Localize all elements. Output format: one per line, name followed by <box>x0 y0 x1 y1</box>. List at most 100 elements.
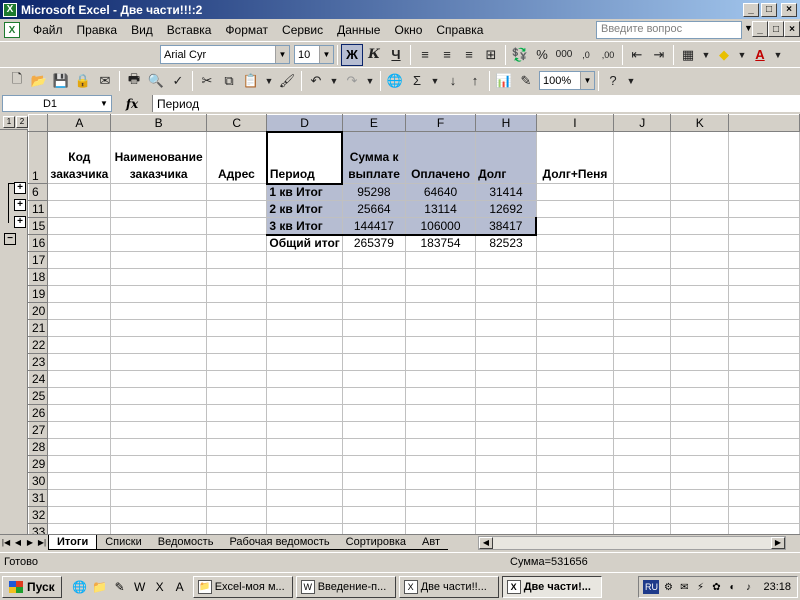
tab-itogi[interactable]: Итоги <box>48 535 98 550</box>
cell[interactable] <box>612 319 672 337</box>
cell[interactable] <box>110 438 207 456</box>
cell[interactable] <box>404 353 477 371</box>
cell-period[interactable]: 1 кв Итог <box>266 183 343 201</box>
open-folder-icon[interactable]: 📂 <box>28 70 50 92</box>
cell-sum[interactable]: 265379 <box>341 234 406 252</box>
cell[interactable] <box>612 200 672 218</box>
cell[interactable] <box>670 438 730 456</box>
align-center-icon[interactable]: ≡ <box>436 44 458 66</box>
row-header[interactable]: 31 <box>27 489 49 507</box>
spelling-icon[interactable]: ✓ <box>167 70 189 92</box>
cell[interactable] <box>475 489 537 507</box>
cell[interactable] <box>612 438 672 456</box>
cell[interactable] <box>612 370 672 388</box>
cell[interactable] <box>475 285 537 303</box>
cell[interactable] <box>535 438 614 456</box>
next-sheet-icon[interactable]: ▶ <box>24 538 36 547</box>
cell[interactable] <box>535 523 614 534</box>
row-header[interactable]: 25 <box>27 387 49 405</box>
cell-debt[interactable]: 82523 <box>475 234 537 252</box>
cell[interactable] <box>475 455 537 473</box>
cell[interactable] <box>341 336 406 354</box>
chevron-down-icon[interactable]: ▼ <box>262 70 276 92</box>
cell[interactable] <box>670 353 730 371</box>
cell[interactable] <box>404 506 477 524</box>
currency-icon[interactable]: 💱 <box>509 44 531 66</box>
doc-restore-button[interactable]: □ <box>768 21 784 37</box>
cell[interactable] <box>475 523 537 534</box>
column-header-j[interactable]: J <box>612 114 672 132</box>
cell[interactable] <box>404 285 477 303</box>
cell[interactable] <box>341 370 406 388</box>
row-header[interactable]: 17 <box>27 251 49 269</box>
cell[interactable] <box>266 285 343 303</box>
cell[interactable] <box>205 200 268 218</box>
cell[interactable] <box>535 234 614 252</box>
increase-indent-icon[interactable]: ⇥ <box>648 44 670 66</box>
row-header[interactable]: 23 <box>27 353 49 371</box>
close-button[interactable]: × <box>781 2 797 17</box>
cell[interactable] <box>612 183 672 201</box>
row-header[interactable]: 30 <box>27 472 49 490</box>
cell[interactable] <box>535 506 614 524</box>
first-sheet-icon[interactable]: |◀ <box>0 538 12 547</box>
network-icon[interactable]: ⚙ <box>661 580 675 594</box>
cell[interactable] <box>535 302 614 320</box>
merge-center-icon[interactable]: ⊞ <box>480 44 502 66</box>
cell[interactable] <box>612 506 672 524</box>
chevron-down-icon[interactable]: ▼ <box>735 44 749 66</box>
cell[interactable] <box>205 251 268 269</box>
last-sheet-icon[interactable]: ▶| <box>36 538 48 547</box>
column-header-h[interactable]: H <box>475 114 537 132</box>
prev-sheet-icon[interactable]: ◀ <box>12 538 24 547</box>
cell[interactable] <box>404 319 477 337</box>
cell[interactable] <box>670 523 730 534</box>
cell[interactable] <box>341 268 406 286</box>
menu-file[interactable]: Файл <box>26 23 70 37</box>
chevron-down-icon[interactable]: ▼ <box>624 70 638 92</box>
cell-period[interactable]: Общий итог <box>266 234 343 252</box>
cell-a1[interactable]: Код заказчика <box>47 131 112 184</box>
cell[interactable] <box>612 217 672 235</box>
cell[interactable] <box>47 489 112 507</box>
chart-wizard-icon[interactable]: 📊 <box>493 70 515 92</box>
doc-close-button[interactable]: × <box>784 21 800 37</box>
cell[interactable] <box>612 285 672 303</box>
cell[interactable] <box>670 217 730 235</box>
menu-window[interactable]: Окно <box>387 23 429 37</box>
row-header[interactable]: 26 <box>27 404 49 422</box>
row-header[interactable]: 11 <box>27 200 49 218</box>
cell[interactable] <box>404 455 477 473</box>
row-header[interactable]: 28 <box>27 438 49 456</box>
cell[interactable] <box>475 421 537 439</box>
scroll-left-icon[interactable]: ◀ <box>479 537 493 549</box>
cell[interactable] <box>475 251 537 269</box>
cell[interactable] <box>404 421 477 439</box>
cell-paid[interactable]: 13114 <box>404 200 477 218</box>
cell[interactable] <box>110 183 207 201</box>
chevron-down-icon[interactable]: ▼ <box>319 46 333 63</box>
tab-sortirovka[interactable]: Сортировка <box>337 535 415 550</box>
cell[interactable] <box>475 268 537 286</box>
format-painter-icon[interactable]: 🖌 <box>276 70 298 92</box>
row-header[interactable]: 16 <box>27 234 49 252</box>
collapse-group-button[interactable]: − <box>4 233 16 245</box>
language-indicator[interactable]: RU <box>643 580 660 594</box>
cell[interactable] <box>205 319 268 337</box>
bold-button[interactable]: Ж <box>341 43 363 66</box>
copy-icon[interactable]: ⧉ <box>218 70 240 92</box>
cell[interactable] <box>535 387 614 405</box>
cell[interactable] <box>612 251 672 269</box>
cell[interactable] <box>612 455 672 473</box>
cell-sum[interactable]: 144417 <box>341 217 406 236</box>
cell[interactable] <box>110 489 207 507</box>
permission-icon[interactable]: 🔒 <box>72 70 94 92</box>
antivirus-icon[interactable]: ⚡ <box>693 580 707 594</box>
cell-f1[interactable]: Оплачено <box>404 131 477 184</box>
cell[interactable] <box>47 302 112 320</box>
cell[interactable] <box>670 506 730 524</box>
cell[interactable] <box>205 370 268 388</box>
row-header[interactable]: 21 <box>27 319 49 337</box>
task-dve-chasti-1[interactable]: X Две части!!... <box>398 575 499 598</box>
cell[interactable] <box>535 183 614 201</box>
